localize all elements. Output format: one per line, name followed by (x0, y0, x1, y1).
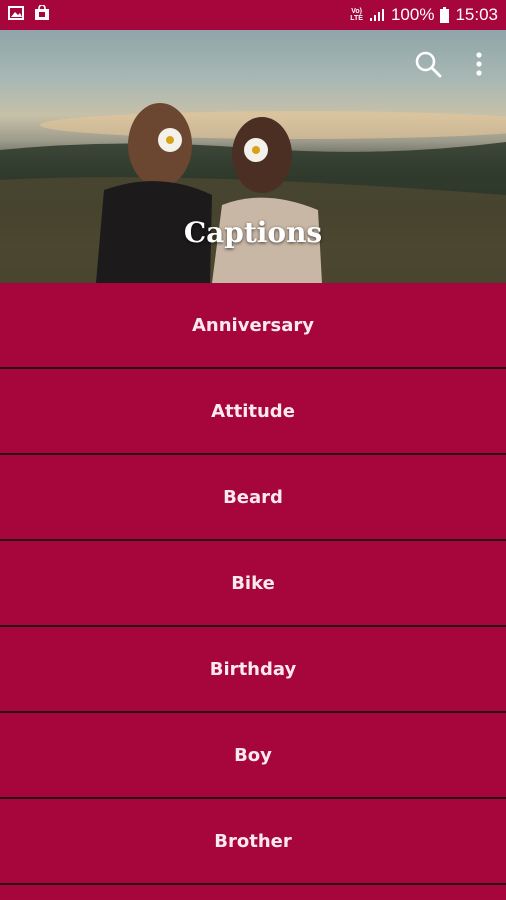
page-title: Captions (183, 216, 323, 249)
status-bar: Vo) LTE 100% 15:03 (0, 0, 506, 30)
list-item-bike[interactable]: Bike (0, 541, 506, 627)
more-vert-icon[interactable] (470, 50, 488, 82)
clock: 15:03 (455, 5, 498, 24)
signal-icon (369, 8, 385, 22)
shopping-bag-icon (34, 3, 50, 26)
header-banner: Captions (0, 30, 506, 283)
list-item-brother[interactable]: Brother (0, 799, 506, 885)
status-bar-notifications (8, 3, 50, 26)
gallery-icon (8, 5, 24, 25)
category-list: Anniversary Attitude Beard Bike Birthday… (0, 283, 506, 885)
list-item-attitude[interactable]: Attitude (0, 369, 506, 455)
carrier-icon: Vo) LTE (350, 8, 363, 22)
list-item-birthday[interactable]: Birthday (0, 627, 506, 713)
battery-percent: 100% (390, 5, 435, 24)
list-item-boy[interactable]: Boy (0, 713, 506, 799)
status-bar-system: Vo) LTE 100% 15:03 (350, 5, 498, 25)
battery-icon (440, 7, 450, 23)
search-icon[interactable] (414, 50, 442, 82)
list-item-anniversary[interactable]: Anniversary (0, 283, 506, 369)
list-item-beard[interactable]: Beard (0, 455, 506, 541)
